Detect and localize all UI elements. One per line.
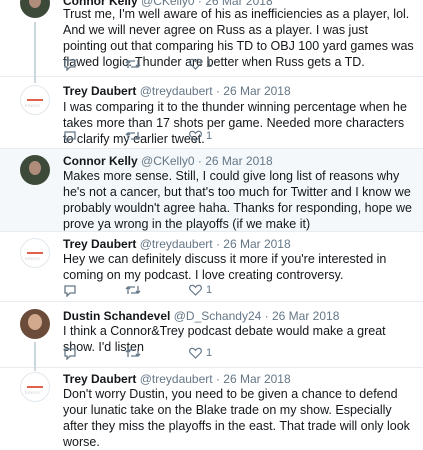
tweet-header: Dustin Schandevel @D_Schandy24 · 26 Mar …	[63, 309, 339, 323]
tweet-header: Trey Daubert @treydaubert · 26 Mar 2018	[63, 237, 291, 251]
reply-button[interactable]	[63, 282, 77, 298]
heart-icon	[189, 58, 202, 70]
retweet-button[interactable]	[125, 56, 141, 72]
author-handle[interactable]: @treydaubert	[140, 372, 213, 386]
logo-wordmark: ERESS	[25, 390, 41, 395]
separator: ·	[215, 372, 220, 386]
retweet-icon	[125, 60, 141, 68]
like-button[interactable]: 1	[189, 128, 212, 144]
like-count: 1	[206, 58, 213, 70]
author-name[interactable]: Connor Kelly	[63, 154, 138, 168]
retweet-icon	[125, 349, 141, 357]
like-count: 1	[206, 347, 213, 359]
tweet-thread: Connor Kelly @CKelly0 · 26 Mar 2018 Trus…	[0, 0, 423, 449]
like-button[interactable]: 1	[189, 282, 212, 298]
logo-mark	[27, 99, 43, 101]
author-name[interactable]: Dustin Schandevel	[63, 309, 170, 323]
tweet-date[interactable]: 26 Mar 2018	[272, 309, 339, 323]
reply-icon	[64, 58, 76, 71]
avatar[interactable]	[20, 155, 50, 185]
separator: ·	[215, 237, 220, 251]
logo-wordmark: ERESS	[25, 103, 41, 108]
reply-icon	[64, 347, 76, 360]
avatar[interactable]: ERESS	[20, 372, 50, 402]
logo-mark	[27, 252, 43, 254]
tweet-date[interactable]: 26 Mar 2018	[223, 372, 290, 386]
tweet-date[interactable]: 26 Mar 2018	[223, 237, 290, 251]
retweet-icon	[125, 132, 141, 140]
reply-icon	[64, 284, 76, 297]
logo-wordmark: ERESS	[25, 256, 41, 261]
retweet-icon	[125, 286, 141, 294]
like-button[interactable]: 1	[189, 56, 212, 72]
retweet-button[interactable]	[125, 345, 141, 361]
tweet-text: I was comparing it to the thunder winnin…	[63, 100, 407, 146]
tweet[interactable]: ERESS Trey Daubert @treydaubert · 26 Mar…	[0, 368, 423, 449]
thread-line	[34, 368, 36, 371]
heart-icon	[189, 130, 202, 142]
like-button[interactable]: 1	[189, 345, 212, 361]
thread-line	[34, 342, 36, 368]
tweet-date[interactable]: 26 Mar 2018	[205, 154, 272, 168]
tweet-text: Don't worry Dustin, you need to be given…	[63, 387, 410, 449]
avatar[interactable]: ERESS	[20, 85, 50, 115]
separator: ·	[197, 154, 202, 168]
tweet-text: Makes more sense. Still, I could give lo…	[63, 169, 412, 231]
author-handle[interactable]: @D_Schandy24	[174, 309, 262, 323]
retweet-button[interactable]	[125, 128, 141, 144]
logo-mark	[27, 386, 43, 388]
author-handle[interactable]: @CKelly0	[141, 154, 195, 168]
heart-icon	[189, 284, 202, 296]
author-handle[interactable]: @treydaubert	[140, 237, 213, 251]
like-count: 1	[206, 284, 213, 296]
tweet-header: Trey Daubert @treydaubert · 26 Mar 2018	[63, 84, 291, 98]
reply-icon	[64, 130, 76, 143]
thread-line	[34, 77, 36, 83]
reply-button[interactable]	[63, 56, 77, 72]
heart-icon	[189, 347, 202, 359]
tweet-text: I think a Connor&Trey podcast debate wou…	[63, 324, 386, 354]
tweet-header: Connor Kelly @CKelly0 · 26 Mar 2018	[63, 154, 273, 168]
thread-line	[34, 22, 36, 77]
reply-button[interactable]	[63, 345, 77, 361]
tweet[interactable]: Connor Kelly @CKelly0 · 26 Mar 2018 Make…	[0, 149, 423, 232]
tweet-text: Trust me, I'm well aware of his as ineff…	[63, 7, 414, 69]
tweet-text: Hey we can definitely discuss it more if…	[63, 252, 387, 282]
author-name[interactable]: Trey Daubert	[63, 372, 136, 386]
avatar[interactable]	[20, 0, 50, 18]
avatar[interactable]	[20, 309, 50, 339]
author-name[interactable]: Trey Daubert	[63, 84, 136, 98]
retweet-button[interactable]	[125, 282, 141, 298]
like-count: 1	[206, 130, 213, 142]
separator: ·	[264, 309, 269, 323]
author-handle[interactable]: @treydaubert	[140, 84, 213, 98]
author-name[interactable]: Trey Daubert	[63, 237, 136, 251]
tweet-header: Trey Daubert @treydaubert · 26 Mar 2018	[63, 372, 291, 386]
reply-button[interactable]	[63, 128, 77, 144]
tweet-date[interactable]: 26 Mar 2018	[223, 84, 290, 98]
avatar[interactable]: ERESS	[20, 238, 50, 268]
separator: ·	[215, 84, 220, 98]
